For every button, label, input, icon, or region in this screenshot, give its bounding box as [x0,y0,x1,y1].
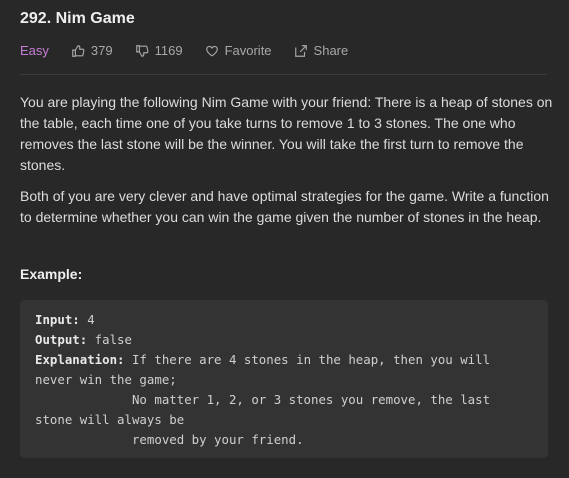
input-value: 4 [79,312,95,327]
dislike-count: 1169 [154,43,183,58]
share-icon [294,44,307,57]
problem-title: 292. Nim Game [20,10,135,27]
thumbs-down-icon [135,44,149,57]
favorite-label: Favorite [224,43,272,58]
description-paragraph-2: Both of you are very clever and have opt… [20,188,549,225]
thumbs-up-icon [72,44,85,57]
description-paragraph-1: You are playing the following Nim Game w… [20,94,553,173]
header-divider [20,74,547,75]
like-button[interactable]: 379 [71,43,113,58]
share-label: Share [313,43,349,58]
heart-icon [205,45,218,56]
output-value: false [87,332,132,347]
difficulty-badge: Easy [20,43,49,58]
favorite-button[interactable]: Favorite [205,43,272,58]
example-heading: Example: [20,266,83,282]
problem-meta-bar: Easy 379 1169 Favorite Share [20,43,370,58]
like-count: 379 [90,43,113,58]
dislike-button[interactable]: 1169 [135,43,183,58]
problem-description: You are playing the following Nim Game w… [20,92,555,238]
explanation-label: Explanation: [35,352,125,367]
example-code-block: Input: 4 Output: false Explanation: If t… [20,300,548,458]
share-button[interactable]: Share [294,43,349,58]
input-label: Input: [35,312,80,327]
output-label: Output: [35,332,88,347]
